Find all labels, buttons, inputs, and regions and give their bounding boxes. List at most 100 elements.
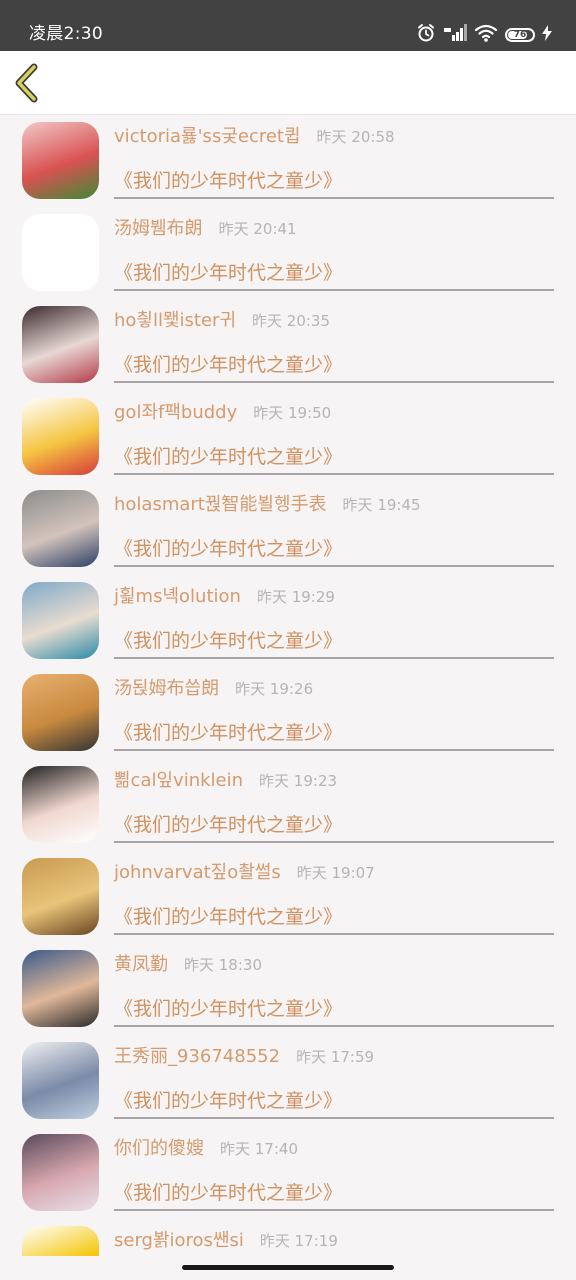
status-bar: 凌晨2:30 76: [0, 0, 576, 51]
avatar[interactable]: [22, 398, 99, 475]
row-divider: [114, 1209, 554, 1211]
home-indicator[interactable]: [182, 1265, 394, 1270]
sender-name[interactable]: ho칗ll뫷ister귀: [114, 310, 236, 331]
list-item[interactable]: 黄凤勤 昨天 18:30 《我们的少年时代之童少》: [0, 942, 576, 1034]
list-item-content: 汤됝姆布씁朗 昨天 19:26 《我们的少年时代之童少》: [114, 666, 554, 758]
list-item[interactable]: 王秀丽_936748552 昨天 17:59 《我们的少年时代之童少》: [0, 1034, 576, 1126]
list-item-sender: victoria룛'ss궂ecret큅 昨天 20:58: [114, 125, 395, 149]
list-item[interactable]: johnvarvat짚o촬썰s 昨天 19:07 《我们的少年时代之童少》: [0, 850, 576, 942]
list-item[interactable]: serg봙ioros쌘si 昨天 17:19: [0, 1218, 576, 1256]
sender-name[interactable]: 王秀丽_936748552: [114, 1046, 280, 1067]
list-item-sender: serg봙ioros쌘si 昨天 17:19: [114, 1229, 338, 1253]
avatar[interactable]: [22, 1042, 99, 1119]
list-item[interactable]: 汤됝姆布씁朗 昨天 19:26 《我们的少年时代之童少》: [0, 666, 576, 758]
list-item[interactable]: gol좌f팩buddy 昨天 19:50 《我们的少年时代之童少》: [0, 390, 576, 482]
list-item-title[interactable]: 《我们的少年时代之童少》: [114, 260, 342, 286]
list-item-content: 汤姆뷈布朗 昨天 20:41 《我们的少年时代之童少》: [114, 206, 554, 298]
list-item-title[interactable]: 《我们的少年时代之童少》: [114, 628, 342, 654]
wifi-icon: [474, 23, 498, 47]
row-divider: [114, 841, 554, 843]
list-item[interactable]: 뾞cal잎vinklein 昨天 19:23 《我们的少年时代之童少》: [0, 758, 576, 850]
cellular-signal-icon: [443, 23, 467, 47]
message-time: 昨天 19:29: [256, 588, 335, 606]
list-item-sender: 뾞cal잎vinklein 昨天 19:23: [114, 769, 337, 793]
row-divider: [114, 381, 554, 383]
list-item-title[interactable]: 《我们的少年时代之童少》: [114, 996, 342, 1022]
message-time: 昨天 19:45: [342, 496, 421, 514]
avatar[interactable]: [22, 306, 99, 383]
list-item-title[interactable]: 《我们的少年时代之童少》: [114, 720, 342, 746]
sender-name[interactable]: holasmart꿙智能뵐헹手表: [114, 494, 327, 515]
sender-name[interactable]: 你们的傻嫂: [114, 1138, 204, 1159]
list-item-content: victoria룛'ss궂ecret큅 昨天 20:58 《我们的少年时代之童少》: [114, 114, 554, 206]
list-item-sender: 你们的傻嫂 昨天 17:40: [114, 1137, 298, 1161]
list-item-sender: gol좌f팩buddy 昨天 19:50: [114, 401, 331, 425]
list-item-title[interactable]: 《我们的少年时代之童少》: [114, 1180, 342, 1206]
sender-name[interactable]: serg봙ioros쌘si: [114, 1230, 244, 1251]
sender-name[interactable]: j횙ms녝olution: [114, 586, 241, 607]
row-divider: [114, 657, 554, 659]
avatar[interactable]: [22, 214, 99, 291]
list-item-title[interactable]: 《我们的少年时代之童少》: [114, 352, 342, 378]
avatar[interactable]: [22, 950, 99, 1027]
back-button[interactable]: [12, 62, 46, 104]
sender-name[interactable]: johnvarvat짚o촬썰s: [114, 862, 281, 883]
message-time: 昨天 19:26: [235, 680, 314, 698]
avatar[interactable]: [22, 858, 99, 935]
list-item[interactable]: 汤姆뷈布朗 昨天 20:41 《我们的少年时代之童少》: [0, 206, 576, 298]
avatar[interactable]: [22, 1134, 99, 1211]
list-item-sender: 汤姆뷈布朗 昨天 20:41: [114, 217, 297, 241]
sender-name[interactable]: 汤姆뷈布朗: [114, 218, 203, 239]
list-item-content: 王秀丽_936748552 昨天 17:59 《我们的少年时代之童少》: [114, 1034, 554, 1126]
list-item-content: serg봙ioros쌘si 昨天 17:19: [114, 1218, 554, 1256]
message-time: 昨天 20:58: [316, 128, 395, 146]
row-divider: [114, 1025, 554, 1027]
row-divider: [114, 197, 554, 199]
status-icons: 76: [416, 24, 552, 46]
list-item-title[interactable]: 《我们的少年时代之童少》: [114, 904, 342, 930]
list-item-title[interactable]: 《我们的少年时代之童少》: [114, 812, 342, 838]
row-divider: [114, 1117, 554, 1119]
list-item-title[interactable]: 《我们的少年时代之童少》: [114, 536, 342, 562]
list-item-title[interactable]: 《我们的少年时代之童少》: [114, 1088, 342, 1114]
avatar[interactable]: [22, 766, 99, 843]
avatar[interactable]: [22, 674, 99, 751]
row-divider: [114, 289, 554, 291]
battery-level: 76: [513, 30, 527, 40]
row-divider: [114, 565, 554, 567]
list-item-title[interactable]: 《我们的少年时代之童少》: [114, 444, 342, 470]
sender-name[interactable]: victoria룛'ss궂ecret큅: [114, 126, 301, 147]
avatar[interactable]: [22, 582, 99, 659]
list-item[interactable]: holasmart꿙智能뵐헹手表 昨天 19:45 《我们的少年时代之童少》: [0, 482, 576, 574]
list-item[interactable]: 你们的傻嫂 昨天 17:40 《我们的少年时代之童少》: [0, 1126, 576, 1218]
list-item-sender: j횙ms녝olution 昨天 19:29: [114, 585, 335, 609]
list-item[interactable]: victoria룛'ss궂ecret큅 昨天 20:58 《我们的少年时代之童少》: [0, 114, 576, 206]
row-divider: [114, 749, 554, 751]
message-time: 昨天 18:30: [184, 956, 262, 974]
list-item[interactable]: j횙ms녝olution 昨天 19:29 《我们的少年时代之童少》: [0, 574, 576, 666]
sender-name[interactable]: 뾞cal잎vinklein: [114, 770, 243, 791]
status-time: 凌晨2:30: [29, 24, 103, 44]
list-item-content: 뾞cal잎vinklein 昨天 19:23 《我们的少年时代之童少》: [114, 758, 554, 850]
sender-name[interactable]: gol좌f팩buddy: [114, 402, 237, 423]
message-time: 昨天 17:19: [259, 1232, 338, 1250]
list-item-title[interactable]: 《我们的少年时代之童少》: [114, 168, 342, 194]
list-item[interactable]: ho칗ll뫷ister귀 昨天 20:35 《我们的少年时代之童少》: [0, 298, 576, 390]
avatar[interactable]: [22, 122, 99, 199]
battery-icon: 76: [505, 28, 535, 42]
row-divider: [114, 933, 554, 935]
message-time: 昨天 19:50: [253, 404, 332, 422]
sender-name[interactable]: 黄凤勤: [114, 954, 168, 975]
list-item-sender: 汤됝姆布씁朗 昨天 19:26: [114, 677, 313, 701]
message-time: 昨天 17:59: [296, 1048, 375, 1066]
message-time: 昨天 17:40: [220, 1140, 298, 1158]
list-item-sender: holasmart꿙智能뵐헹手表 昨天 19:45: [114, 493, 421, 517]
avatar[interactable]: [22, 490, 99, 567]
list-item-content: gol좌f팩buddy 昨天 19:50 《我们的少年时代之童少》: [114, 390, 554, 482]
avatar[interactable]: [22, 1226, 99, 1256]
sender-name[interactable]: 汤됝姆布씁朗: [114, 678, 219, 699]
charging-icon: [542, 25, 552, 45]
alarm-icon: [416, 23, 436, 47]
message-list[interactable]: victoria룛'ss궂ecret큅 昨天 20:58 《我们的少年时代之童少》…: [0, 114, 576, 1256]
chevron-left-icon: [15, 63, 38, 103]
